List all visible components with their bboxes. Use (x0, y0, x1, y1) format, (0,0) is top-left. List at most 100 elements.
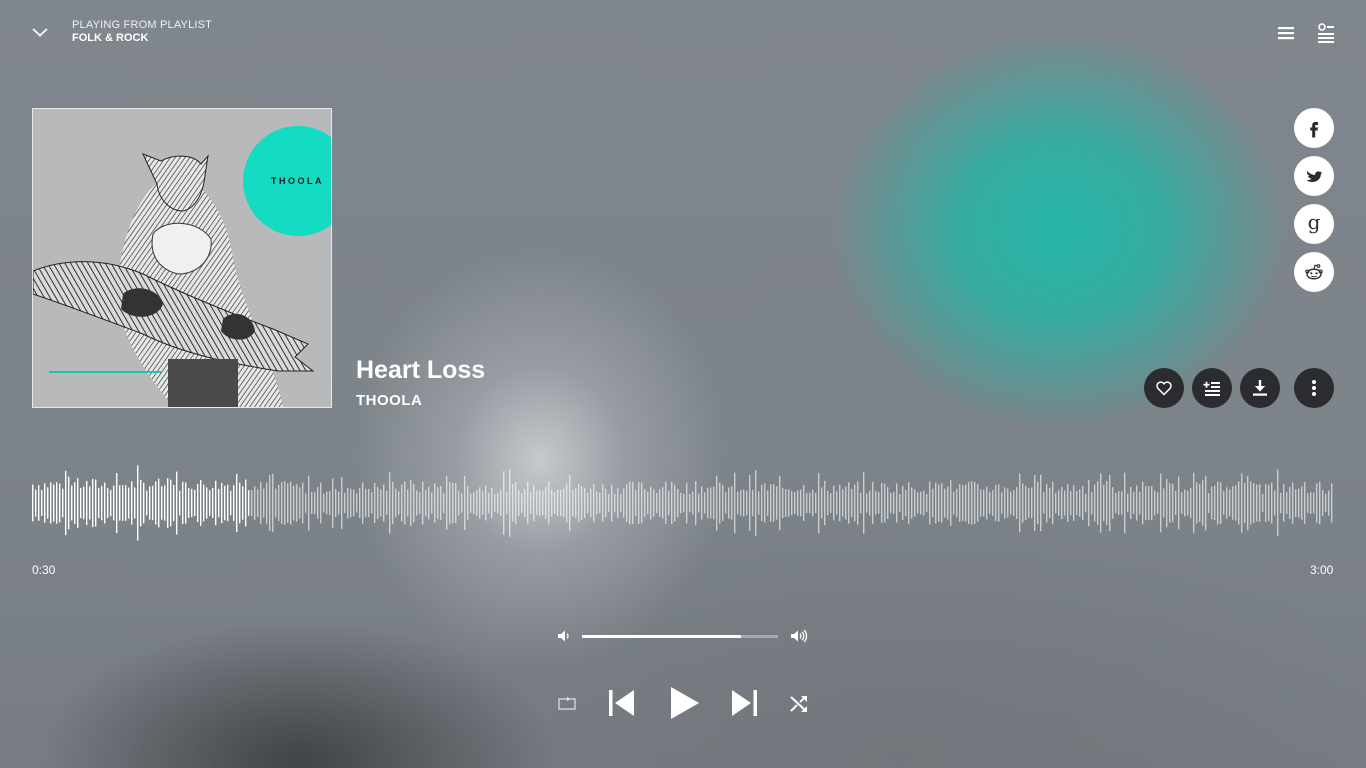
next-button[interactable] (728, 686, 760, 720)
waveform-bar (692, 491, 694, 515)
waveform-bar (497, 492, 499, 514)
waveform-bar (395, 488, 397, 518)
waveform-bar (428, 486, 430, 520)
waveform-bar (941, 483, 943, 523)
waveform-bar (803, 485, 805, 521)
waveform-bar (638, 482, 640, 524)
waveform-bar (470, 493, 472, 513)
waveform-bar (908, 482, 910, 524)
waveform-bar (1277, 469, 1279, 537)
waveform-bar (1040, 474, 1042, 532)
waveform-bar (1052, 481, 1054, 525)
waveform-bar (1154, 490, 1156, 516)
waveform-bar (239, 482, 241, 524)
waveform-bar (59, 483, 61, 523)
track-artist[interactable]: THOOLA (356, 392, 422, 409)
waveform-bar (83, 486, 85, 520)
download-button[interactable] (1240, 368, 1280, 408)
menu-icon[interactable] (1274, 21, 1298, 45)
track-title[interactable]: Heart Loss (356, 356, 485, 385)
waveform-bar (215, 480, 217, 526)
play-icon (671, 687, 699, 719)
play-button[interactable] (666, 684, 702, 722)
add-to-playlist-button[interactable] (1192, 368, 1232, 408)
more-vertical-icon (1312, 380, 1316, 396)
share-twitter-button[interactable] (1294, 156, 1334, 196)
waveform-bar (194, 489, 196, 517)
waveform-bar (269, 475, 271, 531)
waveform-bar (1028, 488, 1030, 518)
waveform-bar (1079, 489, 1081, 517)
waveform-bar (851, 488, 853, 518)
waveform-bar (1115, 492, 1117, 514)
waveform-bar (593, 483, 595, 523)
waveform-bar (575, 487, 577, 519)
waveform-bar (911, 487, 913, 519)
volume-high-icon[interactable] (790, 627, 808, 645)
waveform-bar (41, 489, 43, 517)
waveform-bar (1025, 485, 1027, 521)
share-google-button[interactable]: g (1294, 204, 1334, 244)
share-facebook-button[interactable] (1294, 108, 1334, 148)
waveform-bar (770, 484, 772, 522)
like-button[interactable] (1144, 368, 1184, 408)
waveform-bar (1019, 473, 1021, 533)
waveform-bar (53, 484, 55, 522)
waveform-bar (1082, 485, 1084, 521)
waveform-bar (44, 483, 46, 523)
more-options-button[interactable] (1294, 368, 1334, 408)
waveform-bar (305, 493, 307, 513)
waveform-bar (587, 492, 589, 514)
waveform-bar (713, 486, 715, 520)
waveform-bar (152, 485, 154, 521)
waveform-bar (314, 491, 316, 515)
waveform-bar (674, 484, 676, 522)
shuffle-button[interactable] (788, 693, 810, 715)
waveform-bar (1073, 485, 1075, 521)
waveform-bar (1175, 491, 1177, 515)
waveform-bar (740, 490, 742, 516)
waveform-seek-bar[interactable] (32, 455, 1334, 551)
waveform-bar (620, 493, 622, 513)
waveform-bar (1214, 485, 1216, 521)
waveform-bar (143, 482, 145, 524)
waveform-bar (1328, 490, 1330, 516)
album-art: THOOLA (32, 108, 332, 408)
waveform-bar (1280, 492, 1282, 514)
waveform-bar (410, 479, 412, 527)
volume-slider[interactable] (582, 635, 778, 638)
volume-level-fill (582, 635, 741, 638)
waveform-bar (1151, 486, 1153, 520)
download-icon (1253, 380, 1267, 396)
waveform-bar (1178, 476, 1180, 530)
waveform-bar (1097, 481, 1099, 525)
queue-list-icon[interactable] (1314, 21, 1338, 45)
playlist-info: PLAYING FROM PLAYLIST FOLK & ROCK (72, 19, 212, 45)
waveform-bar (1007, 488, 1009, 518)
waveform-bar (218, 488, 220, 518)
waveform-bar (338, 491, 340, 515)
previous-button[interactable] (606, 686, 638, 720)
waveform-bar (1130, 486, 1132, 520)
waveform-bar (554, 492, 556, 514)
repeat-button[interactable] (556, 693, 578, 715)
share-reddit-button[interactable] (1294, 252, 1334, 292)
waveform-bar (1325, 493, 1327, 513)
waveform-bar (563, 488, 565, 518)
playlist-name[interactable]: FOLK & ROCK (72, 32, 212, 45)
waveform-bar (341, 477, 343, 529)
shuffle-icon (790, 695, 807, 712)
waveform-bar (68, 476, 70, 530)
waveform-bar (434, 483, 436, 523)
waveform-bar (1331, 483, 1333, 523)
waveform-bar (1145, 485, 1147, 521)
album-art-text: THOOLA (271, 176, 324, 186)
waveform-bar (1310, 491, 1312, 515)
waveform-bar (134, 487, 136, 519)
waveform-bar (1286, 492, 1288, 514)
volume-low-icon[interactable] (556, 627, 574, 645)
waveform-bar (197, 484, 199, 522)
waveform-bar (1004, 487, 1006, 519)
chevron-down-icon[interactable] (28, 20, 52, 44)
waveform-bar (899, 493, 901, 513)
